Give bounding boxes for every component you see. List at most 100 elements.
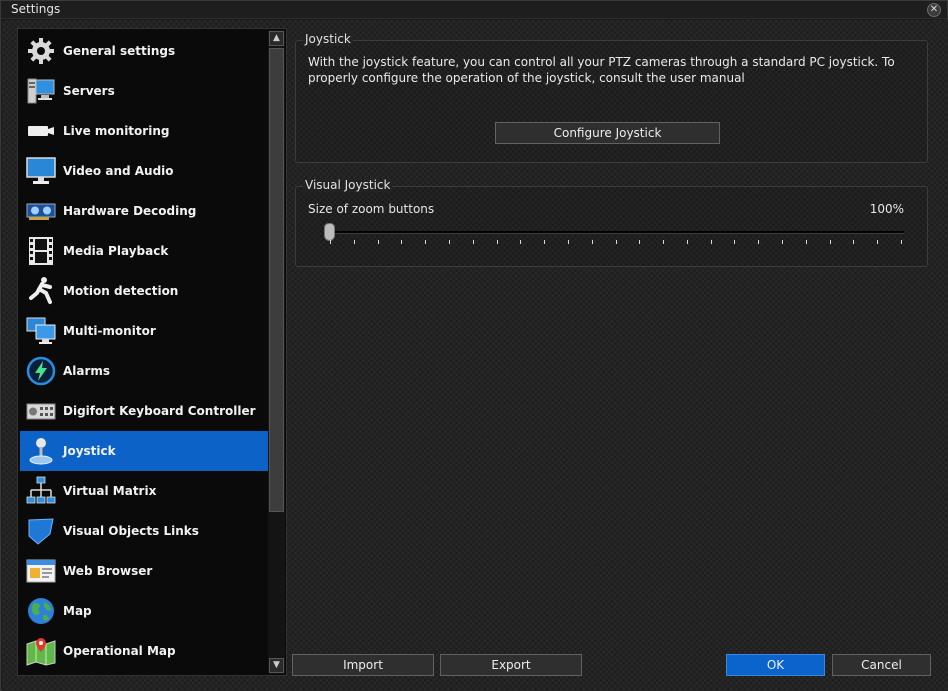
server-icon (25, 75, 57, 107)
title-bar: Settings ✕ (1, 1, 947, 19)
import-button[interactable]: Import (292, 654, 434, 676)
slider-tick (686, 240, 688, 244)
multi-monitor-icon (25, 315, 57, 347)
sidebar-item-label: Live monitoring (63, 124, 170, 138)
sidebar-item-hardware-decoding[interactable]: Hardware Decoding (20, 191, 268, 231)
close-button[interactable]: ✕ (927, 3, 941, 17)
sidebar-item-label: Motion detection (63, 284, 179, 298)
settings-sidebar: General settings Servers Live monitoring Vi… (17, 28, 287, 676)
configure-joystick-button[interactable]: Configure Joystick (495, 122, 720, 144)
sidebar-item-label: Hardware Decoding (63, 204, 197, 218)
sidebar-item-label: Virtual Matrix (63, 484, 157, 498)
slider-tick (615, 240, 617, 244)
film-strip-icon (25, 235, 57, 267)
slider-tick (877, 240, 879, 244)
arrow-down-icon: ▼ (273, 660, 280, 670)
slider-tick (520, 240, 522, 244)
joystick-group-title: Joystick (303, 32, 353, 46)
settings-window: Settings ✕ General settings Servers Live m… (0, 0, 948, 691)
slider-tick (805, 240, 807, 244)
alarm-bolt-icon (25, 355, 57, 387)
joystick-icon (25, 435, 57, 467)
sidebar-item-label: Video and Audio (63, 164, 174, 178)
running-person-icon (25, 275, 57, 307)
close-icon: ✕ (929, 4, 939, 15)
ok-button[interactable]: OK (726, 654, 825, 676)
camera-icon (25, 115, 57, 147)
sidebar-item-visual-objects-links[interactable]: Visual Objects Links (20, 511, 268, 551)
gpu-card-icon (25, 195, 57, 227)
slider-tick (901, 240, 902, 244)
sidebar-item-label: Visual Objects Links (63, 524, 199, 538)
slider-tick (853, 240, 855, 244)
zoom-size-slider-thumb[interactable] (324, 223, 335, 241)
slider-tick (567, 240, 569, 244)
slider-tick (353, 240, 355, 244)
sidebar-item-alarms[interactable]: Alarms (20, 351, 268, 391)
monitor-icon (25, 155, 57, 187)
scroll-thumb[interactable] (269, 48, 284, 512)
slider-tick (330, 240, 331, 244)
slider-tick (639, 240, 641, 244)
arrow-up-icon: ▲ (273, 33, 280, 43)
settings-nav-list: General settings Servers Live monitoring Vi… (20, 31, 268, 671)
joystick-description: With the joystick feature, you can contr… (308, 55, 895, 85)
scroll-down-button[interactable]: ▼ (269, 658, 284, 673)
slider-tick (663, 240, 665, 244)
sidebar-item-label: Servers (63, 84, 115, 98)
sidebar-item-label: Media Playback (63, 244, 169, 258)
slider-tick (472, 240, 474, 244)
visual-joystick-group-title: Visual Joystick (303, 178, 393, 192)
sidebar-item-label: Joystick (63, 444, 116, 458)
joystick-group: Joystick With the joystick feature, you … (295, 32, 928, 163)
sidebar-item-virtual-matrix[interactable]: Virtual Matrix (20, 471, 268, 511)
sidebar-item-label: Multi-monitor (63, 324, 156, 338)
network-icon (25, 475, 57, 507)
sidebar-item-label: Alarms (63, 364, 111, 378)
sidebar-item-label: Web Browser (63, 564, 153, 578)
visual-object-icon (25, 515, 57, 547)
sidebar-item-operational-map[interactable]: Operational Map (20, 631, 268, 671)
sidebar-item-media-playback[interactable]: Media Playback (20, 231, 268, 271)
cancel-button[interactable]: Cancel (832, 654, 931, 676)
settings-content: General settings Servers Live monitoring Vi… (2, 20, 948, 691)
zoom-size-slider[interactable] (326, 231, 904, 234)
globe-icon (25, 595, 57, 627)
sidebar-item-motion-detection[interactable]: Motion detection (20, 271, 268, 311)
sidebar-item-digifort-keyboard-controller[interactable]: Digifort Keyboard Controller (20, 391, 268, 431)
sidebar-item-live-monitoring[interactable]: Live monitoring (20, 111, 268, 151)
sidebar-item-joystick[interactable]: Joystick (20, 431, 268, 471)
sidebar-item-web-browser[interactable]: Web Browser (20, 551, 268, 591)
window-title: Settings (11, 2, 61, 16)
slider-tick (377, 240, 379, 244)
slider-tick (829, 240, 831, 244)
zoom-size-label: Size of zoom buttons (308, 202, 435, 216)
sidebar-item-label: Map (63, 604, 92, 618)
export-button[interactable]: Export (440, 654, 582, 676)
operational-map-icon (25, 635, 57, 667)
sidebar-item-general-settings[interactable]: General settings (20, 31, 268, 71)
slider-tick (448, 240, 450, 244)
sidebar-item-servers[interactable]: Servers (20, 71, 268, 111)
slider-tick (544, 240, 546, 244)
slider-tick (734, 240, 736, 244)
sidebar-item-label: Digifort Keyboard Controller (63, 404, 256, 418)
slider-tick (591, 240, 593, 244)
sidebar-item-label: General settings (63, 44, 176, 58)
scroll-up-button[interactable]: ▲ (269, 31, 284, 46)
slider-tick (758, 240, 760, 244)
sidebar-item-video-and-audio[interactable]: Video and Audio (20, 151, 268, 191)
sidebar-scrollbar[interactable]: ▲ ▼ (268, 30, 285, 674)
slider-tick (710, 240, 712, 244)
slider-ticks (296, 240, 929, 246)
slider-tick (401, 240, 403, 244)
sidebar-item-map[interactable]: Map (20, 591, 268, 631)
web-browser-icon (25, 555, 57, 587)
keyboard-controller-icon (25, 395, 57, 427)
gear-icon (25, 35, 57, 67)
sidebar-item-multi-monitor[interactable]: Multi-monitor (20, 311, 268, 351)
sidebar-item-label: Operational Map (63, 644, 176, 658)
slider-tick (782, 240, 784, 244)
slider-tick (425, 240, 427, 244)
visual-joystick-group: Visual Joystick Size of zoom buttons 100… (295, 178, 929, 267)
